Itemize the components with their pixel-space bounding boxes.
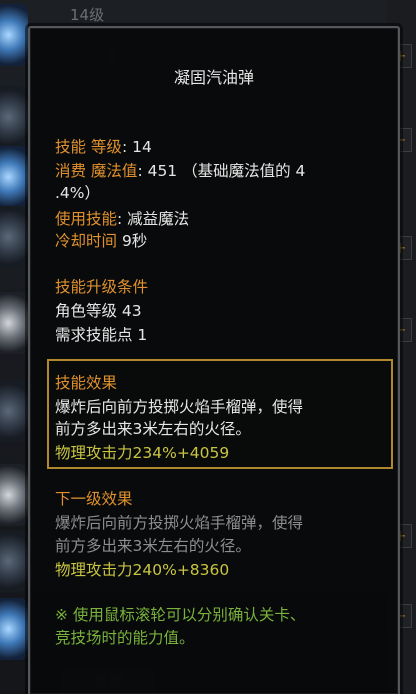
skill-level-key: 技能 等级 xyxy=(55,138,122,156)
cooldown-row: 冷却时间 9秒 xyxy=(55,230,147,252)
tooltip-note: 竞技场时的能力值。 xyxy=(55,629,195,647)
skill-slot-icon[interactable] xyxy=(0,4,28,66)
next-level-stat: 物理攻击力240%+8360 xyxy=(55,561,230,579)
skill-window: 14级 − + + − + − + − 重置 凝固汽油弹 技能 等级: 14 消… xyxy=(0,0,416,694)
effect-header: 技能效果 xyxy=(55,374,118,392)
use-skill-row: 使用技能: 减益魔法 xyxy=(55,208,189,230)
skill-slot-icon[interactable] xyxy=(0,464,28,526)
mp-cost-value-cont: .4%） xyxy=(55,184,101,202)
skill-level-row: 技能 等级: 14 xyxy=(55,136,152,158)
next-level-desc: 前方多出来3米左右的火径。 xyxy=(55,537,251,555)
skill-slot-icon[interactable] xyxy=(0,530,28,592)
effect-desc: 爆炸后向前方投掷火焰手榴弹，使得 xyxy=(55,398,304,416)
next-level-desc: 爆炸后向前方投掷火焰手榴弹，使得 xyxy=(55,514,304,532)
skill-level-value: : 14 xyxy=(121,138,152,156)
next-level-header: 下一级效果 xyxy=(55,490,133,508)
skill-slot-icon[interactable] xyxy=(0,380,28,442)
upgrade-header: 技能升级条件 xyxy=(55,278,149,296)
mp-cost-value: : 451 （基础魔法值的 4 xyxy=(137,162,306,180)
effect-stat: 物理攻击力234%+4059 xyxy=(55,444,230,462)
use-skill-value: : 减益魔法 xyxy=(117,210,190,228)
skill-level-label: 14级 xyxy=(70,6,105,24)
skill-slot-icon[interactable] xyxy=(0,598,28,660)
char-level-requirement: 角色等级 43 xyxy=(55,302,142,320)
skill-slot-icon[interactable] xyxy=(0,292,28,354)
mp-cost-row: 消费 魔法值: 451 （基础魔法值的 4 xyxy=(55,160,305,182)
skill-slot-icon[interactable] xyxy=(0,206,28,268)
use-skill-key: 使用技能 xyxy=(55,210,118,228)
skill-name: 凝固汽油弹 xyxy=(173,68,254,87)
skill-tooltip: 凝固汽油弹 技能 等级: 14 消费 魔法值: 451 （基础魔法值的 4 .4… xyxy=(28,26,400,694)
mp-cost-key: 消费 魔法值 xyxy=(55,162,138,180)
skill-point-requirement: 需求技能点 1 xyxy=(55,326,148,344)
tooltip-note: ※ 使用鼠标滚轮可以分别确认关卡、 xyxy=(55,606,306,624)
skill-slot-icon[interactable] xyxy=(0,86,28,148)
skill-slot-icon[interactable] xyxy=(0,146,28,208)
cooldown-value: 9秒 xyxy=(117,232,148,250)
effect-desc: 前方多出来3米左右的火径。 xyxy=(55,420,251,438)
cooldown-key: 冷却时间 xyxy=(55,232,118,250)
